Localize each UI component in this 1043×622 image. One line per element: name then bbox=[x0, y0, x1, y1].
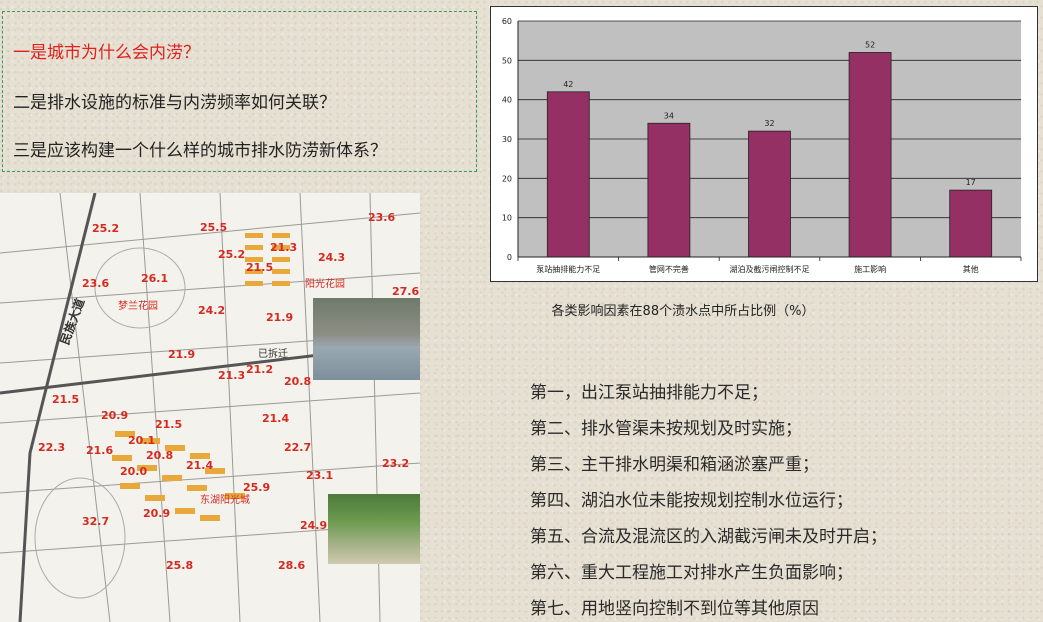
reason-item: 第七、用地竖向控制不到位等其他原因 bbox=[530, 599, 819, 619]
place-label: 已拆迁 bbox=[258, 349, 288, 360]
question-3: 三是应该构建一个什么样的城市排水防涝新体系？ bbox=[13, 141, 387, 161]
reason-item: 第三、主干排水明渠和箱涵淤塞严重； bbox=[530, 455, 819, 475]
water-depth-label: 23.6 bbox=[82, 277, 110, 290]
category-label: 其他 bbox=[963, 264, 979, 274]
water-depth-label: 25.9 bbox=[243, 481, 271, 494]
category-label: 施工影响 bbox=[854, 264, 886, 274]
flooded-yard-photo bbox=[328, 494, 420, 564]
water-depth-label: 21.9 bbox=[266, 311, 294, 324]
water-depth-label: 21.3 bbox=[218, 369, 246, 382]
bar bbox=[546, 91, 590, 258]
water-depth-label: 20.8 bbox=[284, 375, 312, 388]
water-depth-label: 20.1 bbox=[128, 434, 156, 447]
water-depth-label: 21.9 bbox=[168, 348, 196, 361]
water-depth-label: 24.2 bbox=[198, 304, 226, 317]
water-depth-label: 23.2 bbox=[382, 457, 410, 470]
water-depth-label: 21.5 bbox=[246, 261, 274, 274]
data-label: 42 bbox=[563, 80, 573, 89]
bar bbox=[949, 189, 993, 258]
y-tick-label: 10 bbox=[502, 214, 512, 223]
water-depth-label: 20.0 bbox=[120, 465, 148, 478]
bar-chart: 0 10 20 30 40 50 60 42 泵站抽排能力不足 34 管网不完善 32 湖泊及截污闸控制… bbox=[502, 17, 1022, 274]
water-depth-label: 21.2 bbox=[246, 363, 274, 376]
water-depth-label: 32.7 bbox=[82, 515, 110, 528]
data-label: 32 bbox=[764, 119, 774, 128]
questions-box: 一是城市为什么会内涝？ 二是排水设施的标准与内涝频率如何关联？ 三是应该构建一个… bbox=[2, 11, 477, 172]
question-2: 二是排水设施的标准与内涝频率如何关联？ bbox=[13, 93, 336, 113]
place-label: 阳光花园 bbox=[305, 279, 345, 290]
reason-item: 第二、排水管渠未按规划及时实施； bbox=[530, 419, 802, 439]
water-depth-label: 21.6 bbox=[86, 444, 114, 457]
water-depth-label: 24.3 bbox=[318, 251, 346, 264]
water-depth-label: 25.2 bbox=[218, 248, 246, 261]
y-tick-label: 60 bbox=[502, 17, 512, 26]
y-tick-label: 20 bbox=[502, 174, 512, 183]
category-label: 管网不完善 bbox=[649, 264, 689, 274]
water-depth-label: 22.7 bbox=[284, 441, 312, 454]
data-label: 34 bbox=[664, 111, 674, 120]
water-depth-label: 25.5 bbox=[200, 221, 228, 234]
water-depth-label: 20.9 bbox=[143, 507, 171, 520]
water-depth-label: 26.1 bbox=[141, 272, 169, 285]
water-depth-label: 25.8 bbox=[166, 559, 194, 572]
chart-caption: 各类影响因素在88个渍水点中所占比例（%） bbox=[551, 304, 815, 319]
bar bbox=[748, 130, 791, 258]
bar-chart-panel: 0 10 20 30 40 50 60 42 泵站抽排能力不足 34 管网不完善 32 湖泊及截污闸控制… bbox=[490, 6, 1038, 282]
water-depth-label: 25.2 bbox=[92, 222, 120, 235]
category-label: 湖泊及截污闸控制不足 bbox=[730, 264, 810, 274]
data-label: 17 bbox=[966, 178, 976, 187]
reason-item: 第六、重大工程施工对排水产生负面影响； bbox=[530, 563, 853, 583]
bar bbox=[848, 52, 892, 258]
y-tick-label: 50 bbox=[502, 56, 512, 65]
y-tick-label: 30 bbox=[502, 135, 512, 144]
water-depth-label: 20.9 bbox=[101, 409, 129, 422]
reason-item: 第一，出江泵站抽排能力不足； bbox=[530, 383, 768, 403]
y-tick-label: 40 bbox=[502, 96, 512, 105]
flooded-street-photo bbox=[313, 298, 420, 380]
y-tick-label: 0 bbox=[507, 253, 512, 262]
water-depth-label: 21.3 bbox=[270, 241, 298, 254]
water-depth-label: 21.4 bbox=[186, 459, 214, 472]
place-label: 梦兰花园 bbox=[118, 301, 158, 312]
water-depth-label: 21.5 bbox=[52, 393, 80, 406]
water-depth-label: 23.6 bbox=[368, 211, 396, 224]
question-1: 一是城市为什么会内涝？ bbox=[13, 43, 200, 63]
water-depth-label: 27.6 bbox=[392, 285, 420, 298]
water-depth-label: 23.1 bbox=[306, 469, 334, 482]
water-depth-label: 21.4 bbox=[262, 412, 290, 425]
data-label: 52 bbox=[865, 40, 875, 49]
bar bbox=[647, 122, 691, 258]
water-depth-label: 21.5 bbox=[155, 418, 183, 431]
water-depth-label: 20.8 bbox=[146, 449, 174, 462]
water-depth-label: 28.6 bbox=[278, 559, 306, 572]
water-depth-label: 24.9 bbox=[300, 519, 328, 532]
reason-item: 第四、湖泊水位未能按规划控制水位运行； bbox=[530, 491, 853, 511]
category-label: 泵站抽排能力不足 bbox=[536, 264, 600, 274]
water-depth-label: 22.3 bbox=[38, 441, 66, 454]
reason-item: 第五、合流及混流区的入湖截污闸未及时开启； bbox=[530, 527, 887, 547]
